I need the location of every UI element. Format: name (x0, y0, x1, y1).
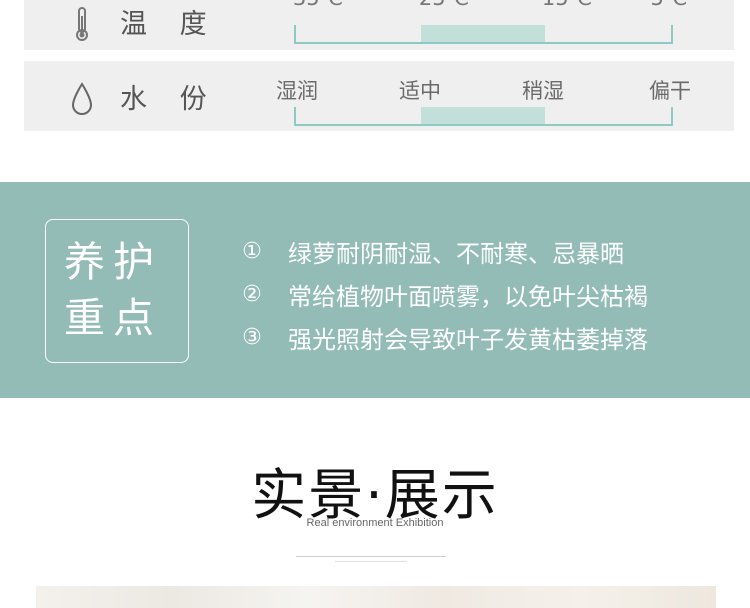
circled-number: ① (242, 239, 262, 264)
circled-number: ③ (242, 325, 262, 350)
temperature-row: 温 度 35℃ 25℃ 15℃ 5℃ (24, 0, 734, 50)
care-title: 养护重点 (64, 238, 162, 342)
list-item: ① 绿萝耐阴耐湿、不耐寒、忌暴晒 (232, 230, 648, 273)
list-item: ③ 强光照射会导致叶子发黄枯萎掉落 (232, 316, 648, 359)
thermometer-icon (76, 7, 88, 41)
temperature-tick: 35℃ (293, 0, 343, 10)
water-row: 水 份 湿润 适中 稍湿 偏干 (24, 61, 734, 131)
temperature-tick: 5℃ (651, 0, 688, 10)
temperature-scale-fill (421, 25, 545, 42)
showcase-photo (36, 586, 716, 608)
showcase-subtitle: Real environment Exhibition (306, 517, 444, 529)
water-tick: 适中 (399, 79, 441, 103)
water-tick: 稍湿 (522, 79, 564, 103)
temperature-tick: 25℃ (419, 0, 469, 10)
list-item: ② 常给植物叶面喷雾，以免叶尖枯褐 (232, 273, 648, 316)
circled-number: ② (242, 282, 262, 307)
care-list: ① 绿萝耐阴耐湿、不耐寒、忌暴晒 ② 常给植物叶面喷雾，以免叶尖枯褐 ③ 强光照… (232, 230, 648, 359)
water-drop-icon (71, 82, 93, 115)
water-tick: 偏干 (649, 79, 691, 103)
care-item-text: 常给植物叶面喷雾，以免叶尖枯褐 (288, 283, 648, 311)
water-label: 水 份 (120, 84, 219, 115)
water-scale (294, 107, 673, 126)
water-tick: 湿润 (276, 79, 318, 103)
divider (296, 556, 446, 557)
temperature-scale (294, 25, 673, 44)
temperature-tick: 15℃ (542, 0, 592, 10)
water-scale-fill (421, 107, 545, 124)
temperature-label: 温 度 (120, 9, 219, 40)
care-item-text: 强光照射会导致叶子发黄枯萎掉落 (288, 326, 648, 354)
care-section: 养护重点 ① 绿萝耐阴耐湿、不耐寒、忌暴晒 ② 常给植物叶面喷雾，以免叶尖枯褐 … (0, 182, 750, 398)
care-item-text: 绿萝耐阴耐湿、不耐寒、忌暴晒 (288, 240, 624, 268)
divider (335, 561, 407, 562)
care-title-box: 养护重点 (45, 219, 189, 363)
